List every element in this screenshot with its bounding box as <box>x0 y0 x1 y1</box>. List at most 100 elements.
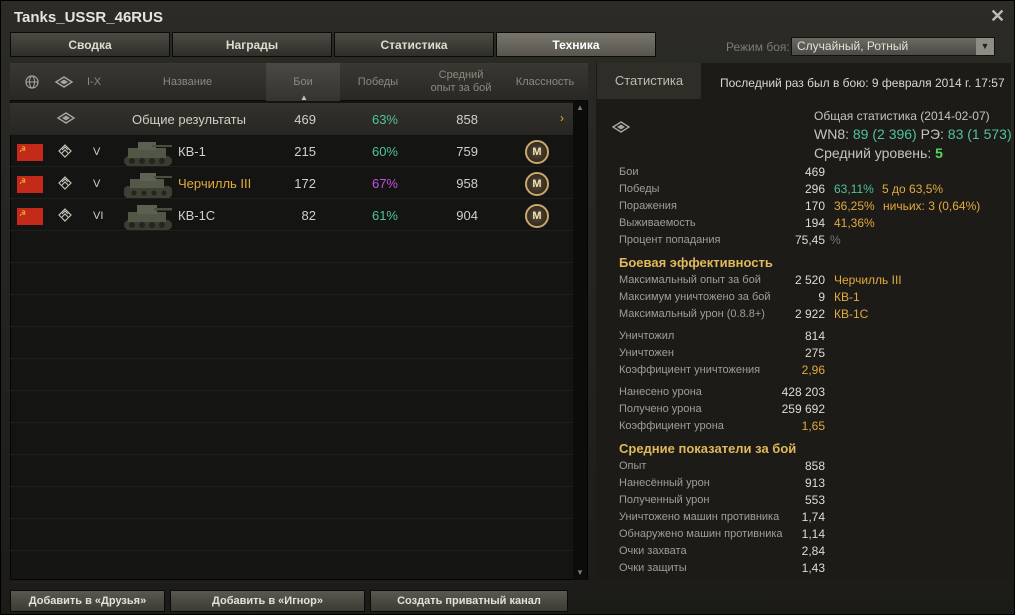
stat-extra: КВ-1 <box>834 290 860 304</box>
globe-icon[interactable] <box>18 63 46 101</box>
stat-value: 170 <box>804 199 825 213</box>
mode-select[interactable]: Случайный, Ротный ▼ <box>791 37 995 56</box>
tank-type-icon <box>56 111 76 128</box>
stat-label: Нанесённый урон <box>619 477 710 489</box>
stat-extra: 5 до 63,5% <box>882 182 944 196</box>
tab-statistics[interactable]: Статистика <box>334 32 494 57</box>
stat-extra: 63,11% <box>834 182 874 196</box>
stat-value: 275 <box>804 346 825 360</box>
close-icon[interactable]: ✕ <box>990 6 1005 27</box>
stat-extra: ничьих: 3 (0,64%) <box>883 199 981 213</box>
stat-value: 2 520 <box>794 273 825 287</box>
private-channel-button[interactable]: Создать приватный канал <box>370 590 568 612</box>
row-avg-xp: 759 <box>456 144 478 159</box>
rating-line: WN8: 89 (2 396) РЭ: 83 (1 573) <box>814 126 1012 142</box>
header-avg-xp-line2: опыт за бой <box>430 82 492 94</box>
table-row-empty <box>10 231 573 263</box>
header-avg-xp[interactable]: Средний опыт за бой <box>416 63 506 101</box>
stat-label: Опыт <box>619 460 647 472</box>
chevron-down-icon[interactable]: ▼ <box>976 38 994 55</box>
heavy-tank-icon <box>58 208 72 225</box>
avg-level-label: Средний уровень: <box>814 145 932 161</box>
section-title: Боевая эффективность <box>619 255 773 270</box>
stat-value: 553 <box>804 493 825 507</box>
stat-value: 296 <box>804 182 825 196</box>
row-battles: 82 <box>301 208 316 223</box>
mastery-badge-icon: M <box>525 204 549 228</box>
stat-label: Максимальный опыт за бой <box>619 274 761 286</box>
table-row-empty <box>10 551 573 583</box>
re-label: РЭ: <box>920 126 944 142</box>
stat-label: Максимум уничтожено за бой <box>619 291 771 303</box>
stat-value: 2 922 <box>794 307 825 321</box>
scroll-up-icon[interactable]: ▲ <box>575 103 585 113</box>
re-extra: (1 573) <box>967 126 1012 142</box>
wn8-value: 89 <box>852 126 869 142</box>
tab-vehicles[interactable]: Техника <box>496 32 656 57</box>
total-battles: 469 <box>294 112 316 127</box>
window-title: Tanks_USSR_46RUS <box>14 9 163 26</box>
stat-value: 194 <box>804 216 825 230</box>
header-name[interactable]: Название <box>110 63 265 101</box>
add-friend-button[interactable]: Добавить в «Друзья» <box>10 590 165 612</box>
stat-label: Обнаружено машин противника <box>619 528 783 540</box>
stat-value: 428 203 <box>781 385 825 399</box>
table-row-empty <box>10 295 573 327</box>
tab-awards[interactable]: Награды <box>172 32 332 57</box>
row-battles: 215 <box>294 144 316 159</box>
stat-label: Очки захвата <box>619 545 687 557</box>
avg-level-line: Средний уровень: 5 <box>814 145 943 161</box>
add-ignore-button[interactable]: Добавить в «Игнор» <box>170 590 365 612</box>
row-wins: 61% <box>371 208 398 223</box>
scroll-down-icon[interactable]: ▼ <box>575 568 585 578</box>
stat-label: Победы <box>619 183 660 195</box>
row-tier: VI <box>93 210 104 222</box>
stat-label: Нанесено урона <box>619 386 702 398</box>
section-title: Средние показатели за бой <box>619 441 797 456</box>
stat-label: Получено урона <box>619 403 702 415</box>
stat-extra: 41,36% <box>834 216 875 230</box>
row-avg-xp: 958 <box>456 176 478 191</box>
stat-label: Поражения <box>619 200 677 212</box>
row-tier: V <box>93 178 101 190</box>
stat-label: Полученный урон <box>619 494 710 506</box>
tank-image <box>122 136 174 170</box>
soviet-flag-icon: ☭ <box>17 176 43 193</box>
stat-value: 858 <box>804 459 825 473</box>
chevron-right-icon[interactable]: › <box>560 111 564 125</box>
header-avg-xp-line1: Средний <box>438 69 484 81</box>
header-tier[interactable]: I-X <box>80 63 108 101</box>
table-row-empty <box>10 519 573 551</box>
stat-value: 1,14 <box>801 527 825 541</box>
stat-value: 75,45 <box>794 233 825 247</box>
re-value: 83 <box>947 126 964 142</box>
tank-image <box>122 200 174 234</box>
stat-value: 814 <box>804 329 825 343</box>
header-mastery[interactable]: Классность <box>507 63 583 101</box>
tab-summary[interactable]: Сводка <box>10 32 170 57</box>
row-name: КВ-1С <box>178 208 216 223</box>
sort-up-icon: ▲ <box>300 93 308 102</box>
stat-extra: 36,25% <box>834 199 875 213</box>
soviet-flag-icon: ☭ <box>17 144 43 161</box>
table-row-empty <box>10 391 573 423</box>
mode-label: Режим боя: <box>726 40 790 54</box>
table-row-empty <box>10 263 573 295</box>
tank-type-icon[interactable] <box>50 63 78 101</box>
tank-type-icon <box>611 120 631 137</box>
header-wins[interactable]: Победы <box>341 63 415 101</box>
stat-extra: КВ-1С <box>834 307 869 321</box>
table-row-empty <box>10 455 573 487</box>
stat-value: 469 <box>804 165 825 179</box>
stat-extra: Черчилль III <box>834 273 902 287</box>
row-wins: 60% <box>371 144 398 159</box>
wn8-label: WN8: <box>814 126 849 142</box>
scrollbar[interactable]: ▲ ▼ <box>573 101 587 580</box>
stat-label: Уничтожен <box>619 347 674 359</box>
stats-tab[interactable]: Статистика <box>597 63 701 99</box>
row-avg-xp: 904 <box>456 208 478 223</box>
heavy-tank-icon <box>58 176 72 193</box>
table-row-empty <box>10 327 573 359</box>
stat-label: Выживаемость <box>619 217 696 229</box>
avg-level-value: 5 <box>935 145 943 161</box>
